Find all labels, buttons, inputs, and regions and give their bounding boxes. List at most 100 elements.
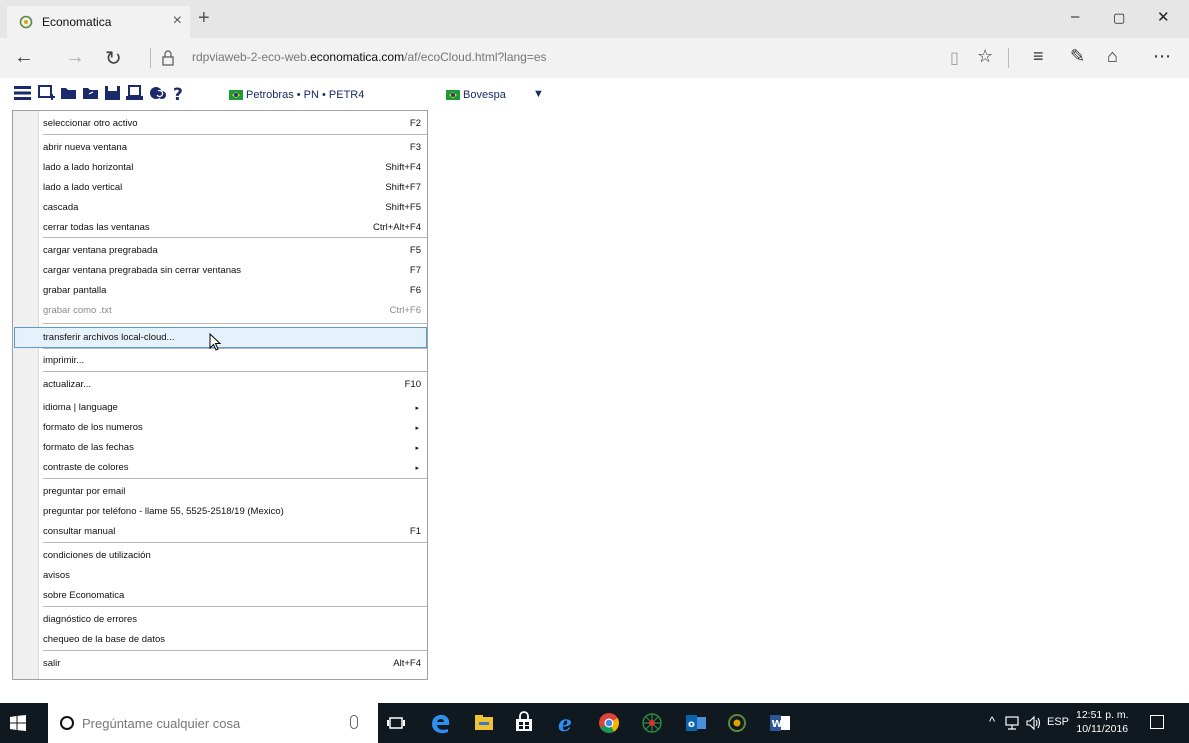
menu-item[interactable]: consultar manual F1: [43, 521, 425, 542]
menu-item[interactable]: lado a lado vertical Shift+F7: [43, 177, 425, 198]
new-window-icon[interactable]: [38, 85, 56, 101]
menu-item[interactable]: diagnóstico de errores: [43, 609, 425, 630]
menu-item[interactable]: cascada Shift+F5: [43, 197, 425, 218]
main-dropdown-menu: seleccionar otro activo F2 abrir nueva ven…: [12, 110, 428, 680]
menu-item[interactable]: avisos: [43, 565, 425, 586]
reading-view-icon[interactable]: ▯: [950, 48, 959, 68]
tab-close-icon[interactable]: ×: [173, 12, 182, 30]
more-icon[interactable]: ⋯: [1153, 46, 1171, 67]
menu-item[interactable]: salir Alt+F4: [43, 653, 425, 674]
menu-item[interactable]: lado a lado horizontal Shift+F4: [43, 157, 425, 178]
hamburger-menu-icon[interactable]: [14, 85, 32, 101]
menu-item-label: lado a lado vertical: [43, 182, 123, 193]
exchange-selector[interactable]: Bovespa: [446, 89, 506, 101]
address-bar[interactable]: rdpviaweb-2-eco-web.economatica.com/af/e…: [192, 50, 547, 64]
network-icon[interactable]: [1005, 715, 1021, 731]
restore-button[interactable]: ▢: [1113, 10, 1125, 26]
menu-item[interactable]: cargar ventana pregrabada F5: [43, 240, 425, 261]
menu-item-label: preguntar por teléfono - llame 55, 5525-…: [43, 506, 284, 517]
menu-item-label: preguntar por email: [43, 486, 126, 497]
menu-item[interactable]: cargar ventana pregrabada sin cerrar ven…: [43, 260, 425, 281]
menu-item-shortcut: Alt+F4: [393, 658, 421, 669]
security-selector[interactable]: Petrobras • PN • PETR4: [229, 89, 364, 101]
refresh-button[interactable]: ↻: [105, 46, 122, 71]
cortana-search-box[interactable]: Pregúntame cualquier cosa: [48, 703, 378, 743]
open-folder-special-icon[interactable]: [82, 85, 100, 101]
menu-item-label: sobre Economatica: [43, 590, 125, 601]
menu-item-label: grabar como .txt: [43, 305, 112, 316]
input-language[interactable]: ESP: [1047, 716, 1069, 728]
url-path: /af/ecoCloud.html?lang=es: [404, 50, 547, 64]
url-domain: economatica.com: [310, 50, 405, 64]
tab-title: Economatica: [42, 15, 112, 29]
windows-start-icon[interactable]: [10, 715, 26, 731]
menu-item[interactable]: transferir archivos local-cloud...: [43, 327, 425, 348]
forward-button[interactable]: →: [65, 46, 85, 69]
minimize-button[interactable]: –: [1071, 8, 1079, 25]
close-window-button[interactable]: ✕: [1157, 8, 1170, 26]
new-tab-button[interactable]: +: [198, 7, 210, 30]
brazil-flag-icon: [229, 90, 243, 101]
menu-item[interactable]: formato de los numeros ▸: [43, 417, 425, 438]
browser-tab[interactable]: Economatica ×: [7, 6, 190, 38]
menu-item-shortcut: Shift+F7: [385, 182, 421, 193]
favorite-star-icon[interactable]: ☆: [977, 46, 993, 67]
menu-item[interactable]: idioma | language ▸: [43, 397, 425, 418]
word-icon[interactable]: W: [768, 711, 792, 735]
hub-icon[interactable]: ≡: [1033, 46, 1044, 67]
exchange-dropdown-arrow-icon[interactable]: ▼: [533, 88, 544, 100]
menu-item[interactable]: condiciones de utilización: [43, 545, 425, 566]
open-folder-icon[interactable]: [60, 85, 78, 101]
menu-item[interactable]: imprimir...: [43, 350, 425, 371]
clock-time: 12:51 p. m.: [1076, 709, 1129, 721]
menu-item-label: imprimir...: [43, 355, 85, 366]
tools-divider: [1008, 48, 1009, 68]
web-note-icon[interactable]: ✎: [1070, 46, 1085, 67]
back-button[interactable]: ←: [14, 46, 34, 69]
menu-item-label: idioma | language: [43, 402, 118, 413]
menu-item[interactable]: chequeo de la base de datos: [43, 629, 425, 650]
menu-item[interactable]: seleccionar otro activo F2: [43, 113, 425, 134]
print-icon[interactable]: [126, 85, 144, 101]
menu-item[interactable]: abrir nueva ventana F3: [43, 137, 425, 158]
economatica-app-icon[interactable]: [725, 711, 749, 735]
menu-separator: [43, 478, 427, 479]
save-icon[interactable]: [104, 85, 122, 101]
cloud-refresh-icon[interactable]: [148, 85, 168, 101]
menu-item[interactable]: contraste de colores ▸: [43, 457, 425, 478]
menu-item-label: contraste de colores: [43, 462, 129, 473]
microphone-icon[interactable]: [350, 715, 358, 729]
volume-icon[interactable]: [1026, 715, 1042, 731]
menu-item[interactable]: grabar como .txt Ctrl+F6: [43, 300, 425, 321]
menu-item[interactable]: actualizar... F10: [43, 374, 425, 395]
edge-browser-icon[interactable]: [428, 711, 452, 735]
network-app-icon[interactable]: [640, 711, 664, 735]
menu-item-shortcut: Shift+F4: [385, 162, 421, 173]
menu-item[interactable]: sobre Economatica: [43, 585, 425, 606]
search-placeholder: Pregúntame cualquier cosa: [82, 715, 241, 731]
nav-divider: [150, 48, 151, 68]
browser-title-bar: Economatica × + – ▢ ✕: [0, 0, 1189, 38]
system-clock[interactable]: 12:51 p. m. 10/11/2016: [1076, 708, 1129, 736]
mouse-cursor-icon: [209, 333, 222, 351]
menu-item-label: condiciones de utilización: [43, 550, 151, 561]
action-center-icon[interactable]: [1150, 715, 1164, 729]
menu-item[interactable]: formato de las fechas ▸: [43, 437, 425, 458]
tray-overflow-icon[interactable]: ^: [989, 714, 995, 729]
menu-separator: [43, 542, 427, 543]
task-view-icon[interactable]: [384, 711, 408, 735]
file-explorer-icon[interactable]: [472, 711, 496, 735]
menu-item[interactable]: preguntar por email: [43, 481, 425, 502]
menu-item-label: formato de los numeros: [43, 422, 143, 433]
menu-item[interactable]: preguntar por teléfono - llame 55, 5525-…: [43, 501, 425, 522]
internet-explorer-icon[interactable]: e: [555, 711, 579, 735]
menu-item[interactable]: cerrar todas las ventanas Ctrl+Alt+F4: [43, 217, 425, 238]
outlook-icon[interactable]: o: [684, 711, 708, 735]
menu-item-label: chequeo de la base de datos: [43, 634, 166, 645]
chrome-icon[interactable]: [597, 711, 621, 735]
help-icon[interactable]: ?: [172, 85, 186, 102]
menu-item[interactable]: grabar pantalla F6: [43, 280, 425, 301]
submenu-arrow-icon: ▸: [415, 444, 419, 452]
share-icon[interactable]: ⌂: [1107, 46, 1118, 67]
store-icon[interactable]: [512, 711, 536, 735]
